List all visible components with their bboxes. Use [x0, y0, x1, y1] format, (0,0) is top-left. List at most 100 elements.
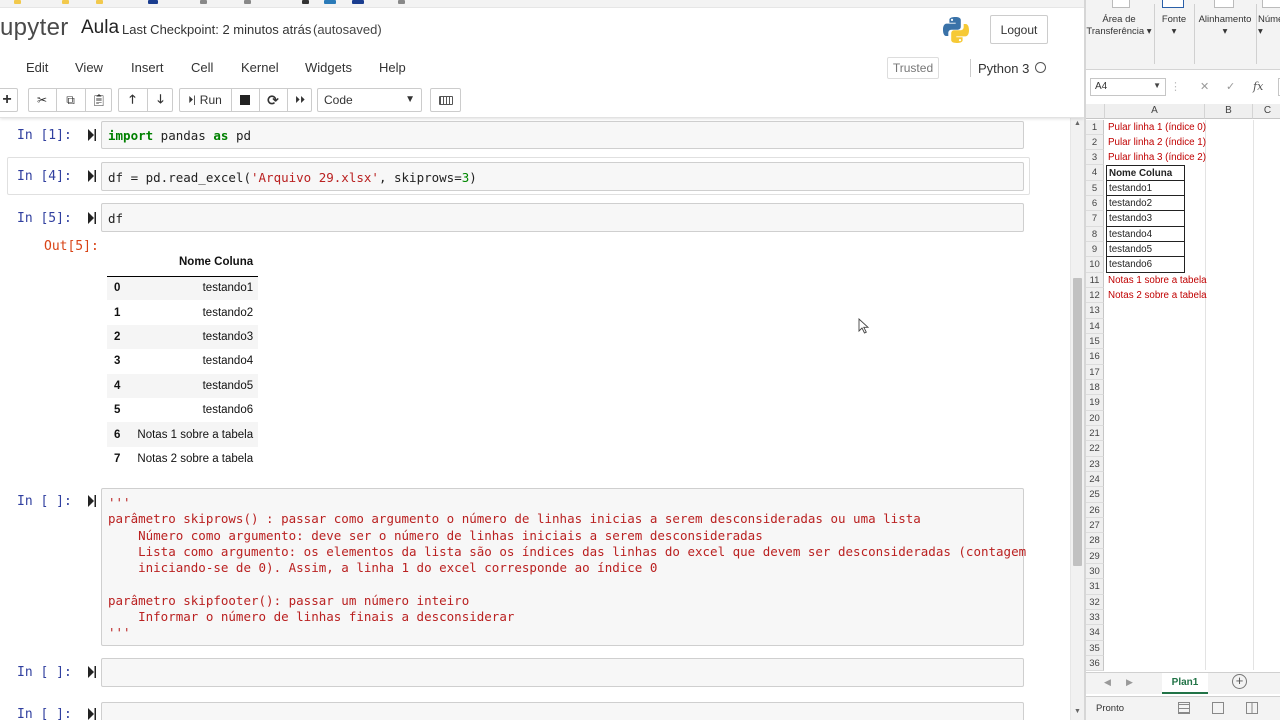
excel-cell-a4[interactable]: Nome Coluna [1106, 165, 1185, 181]
ribbon-group-font[interactable]: Fonte ▾ [1156, 14, 1192, 38]
row-header[interactable]: 15 [1086, 334, 1104, 350]
cell-input[interactable]: ''' parâmetro skiprows() : passar como a… [101, 488, 1026, 646]
menu-kernel[interactable]: Kernel [241, 60, 279, 75]
row-header[interactable]: 5 [1086, 180, 1104, 197]
row-header[interactable]: 28 [1086, 533, 1104, 549]
page-layout-icon[interactable] [1212, 702, 1224, 714]
name-box[interactable]: A4 ▼ [1090, 78, 1166, 96]
plus-icon[interactable]: + [0, 88, 18, 112]
row-header[interactable]: 11 [1086, 272, 1104, 289]
cell-type-select[interactable]: Code ▼ [317, 88, 422, 112]
run-cell-icon[interactable] [88, 495, 96, 507]
row-header[interactable]: 23 [1086, 456, 1104, 473]
row-header[interactable]: 17 [1086, 364, 1104, 381]
row-header[interactable]: 12 [1086, 288, 1104, 304]
enter-icon[interactable]: ✓ [1226, 80, 1235, 93]
row-header[interactable]: 1 [1086, 119, 1104, 135]
page-break-icon[interactable] [1246, 702, 1258, 714]
run-cell-icon[interactable] [88, 170, 96, 182]
row-header[interactable]: 14 [1086, 318, 1104, 335]
restart-icon[interactable]: ⟳ [259, 89, 286, 111]
run-cell-icon[interactable] [88, 129, 96, 141]
excel-cell-a11[interactable]: Notas 1 sobre a tabela [1106, 273, 1207, 288]
function-icon[interactable]: fx [1253, 80, 1263, 93]
code-cell[interactable]: In [ ]: [0, 698, 1030, 720]
menu-widgets[interactable]: Widgets [305, 60, 352, 75]
cancel-icon[interactable]: ✕ [1200, 80, 1209, 93]
code-cell[interactable]: In [ ]: ''' parâmetro skiprows() : passa… [0, 486, 1030, 650]
row-header[interactable]: 26 [1086, 502, 1104, 519]
row-header[interactable]: 18 [1086, 380, 1104, 396]
trusted-indicator[interactable]: Trusted [887, 57, 939, 79]
arrow-up-icon[interactable]: 🡑 [119, 89, 146, 111]
row-header[interactable]: 29 [1086, 548, 1104, 565]
row-header[interactable]: 13 [1086, 303, 1104, 319]
normal-view-icon[interactable] [1178, 702, 1190, 714]
run-button[interactable]: ⏵︎| Run [180, 89, 230, 111]
excel-cell-a8[interactable]: testando4 [1106, 226, 1185, 243]
run-cell-icon[interactable] [88, 666, 96, 678]
fast-forward-icon[interactable]: ⏵︎⏵︎ [287, 89, 312, 111]
excel-cell-a9[interactable]: testando5 [1106, 242, 1185, 258]
code-cell[interactable]: In [ ]: [0, 656, 1030, 692]
paste-icon[interactable]: 📋︎ [85, 89, 112, 111]
row-header[interactable]: 20 [1086, 410, 1104, 427]
code-cell[interactable]: In [4]: df = pd.read_excel('Arquivo 29.x… [0, 158, 1030, 194]
excel-cell-a1[interactable]: Pular linha 1 (índice 0) [1106, 120, 1206, 135]
row-header[interactable]: 27 [1086, 518, 1104, 534]
ribbon-group-number[interactable]: Núme ▾ [1258, 14, 1280, 38]
excel-cell-a3[interactable]: Pular linha 3 (índice 2) [1106, 150, 1206, 165]
row-header[interactable]: 6 [1086, 196, 1104, 212]
row-header[interactable]: 30 [1086, 564, 1104, 580]
excel-cell-a6[interactable]: testando2 [1106, 196, 1185, 212]
excel-cell-a12[interactable]: Notas 2 sobre a tabela [1106, 288, 1207, 303]
menu-edit[interactable]: Edit [26, 60, 48, 75]
notebook-scrollbar[interactable]: ▲ ▼ [1070, 118, 1084, 720]
column-header-b[interactable]: B [1205, 104, 1253, 119]
scroll-down-icon[interactable]: ▼ [1074, 708, 1081, 715]
menu-insert[interactable]: Insert [131, 60, 164, 75]
logout-button[interactable]: Logout [990, 15, 1048, 44]
row-header[interactable]: 7 [1086, 211, 1104, 227]
cell-input[interactable] [101, 702, 1024, 720]
column-header-c[interactable]: C [1253, 104, 1280, 119]
row-header[interactable]: 24 [1086, 472, 1104, 488]
row-header[interactable]: 22 [1086, 441, 1104, 457]
arrow-down-icon[interactable]: 🡓 [147, 89, 173, 111]
row-header[interactable]: 36 [1086, 656, 1104, 672]
row-header[interactable]: 21 [1086, 426, 1104, 442]
excel-cell-a10[interactable]: testando6 [1106, 257, 1185, 273]
sheet-tab-plan1[interactable]: Plan1 [1162, 673, 1208, 694]
jupyter-logo[interactable]: upyter [0, 14, 69, 42]
notebook-name[interactable]: Aula [81, 17, 119, 39]
row-header[interactable]: 4 [1086, 165, 1104, 181]
row-header[interactable]: 16 [1086, 349, 1104, 365]
copy-icon[interactable]: ⧉ [56, 89, 84, 111]
scrollbar-thumb[interactable] [1073, 278, 1082, 566]
menu-view[interactable]: View [75, 60, 103, 75]
row-header[interactable]: 33 [1086, 610, 1104, 626]
row-header[interactable]: 25 [1086, 487, 1104, 503]
excel-cell-a2[interactable]: Pular linha 2 (índice 1) [1106, 135, 1206, 150]
select-all-corner[interactable] [1086, 104, 1105, 119]
cell-input[interactable]: df [101, 203, 1024, 232]
excel-cell-a7[interactable]: testando3 [1106, 211, 1185, 227]
scroll-up-icon[interactable]: ▲ [1074, 120, 1081, 127]
add-sheet-icon[interactable]: + [1232, 674, 1247, 689]
scissors-icon[interactable]: ✂ [29, 89, 55, 111]
row-header[interactable]: 32 [1086, 594, 1104, 611]
excel-cell-a5[interactable]: testando1 [1106, 180, 1185, 197]
kernel-name[interactable]: Python 3 [978, 61, 1029, 76]
row-header[interactable]: 34 [1086, 625, 1104, 641]
prev-sheet-icon[interactable]: ◀ [1104, 677, 1111, 688]
row-header[interactable]: 19 [1086, 395, 1104, 411]
cell-input[interactable]: import pandas as pd [101, 121, 1024, 149]
menu-cell[interactable]: Cell [191, 60, 213, 75]
next-sheet-icon[interactable]: ▶ [1126, 677, 1133, 688]
row-header[interactable]: 35 [1086, 640, 1104, 657]
run-cell-icon[interactable] [88, 212, 96, 224]
row-header[interactable]: 10 [1086, 257, 1104, 273]
stop-icon[interactable] [231, 89, 258, 111]
menu-help[interactable]: Help [379, 60, 406, 75]
code-cell[interactable]: In [1]: import pandas as pd [0, 118, 1030, 152]
